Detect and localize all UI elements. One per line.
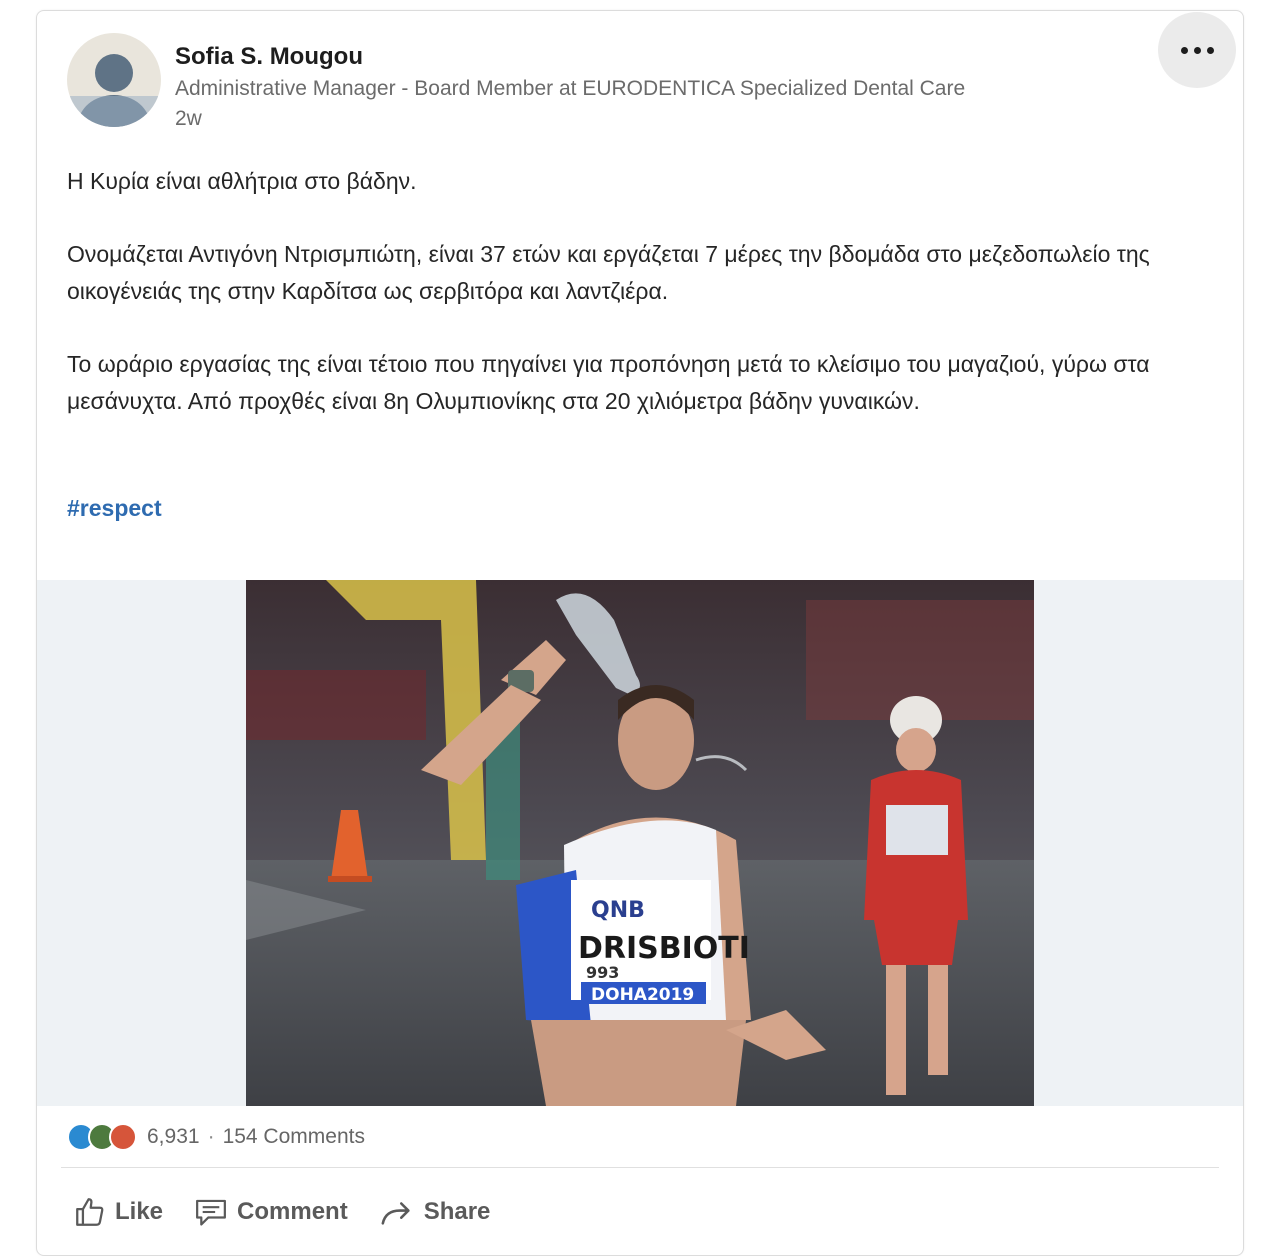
ellipsis-dot: [1206, 46, 1214, 54]
ellipsis-icon: [1180, 46, 1188, 54]
like-button[interactable]: Like: [73, 1195, 163, 1229]
like-label: Like: [115, 1198, 164, 1225]
author-name[interactable]: Sofia S. Mougou: [175, 43, 363, 71]
bib-number-text: 993: [586, 963, 619, 982]
social-counts[interactable]: 6,931 · 154 Comments: [67, 1121, 365, 1153]
post-card: Sofia S. Mougou Administrative Manager -…: [36, 10, 1244, 1256]
author-headline: Administrative Manager - Board Member at…: [175, 77, 966, 100]
author-avatar[interactable]: [67, 33, 161, 127]
athlete-photo: QNB DRISBIOTI 993 DOHA2019: [246, 580, 1034, 1106]
more-options-button[interactable]: [1158, 12, 1236, 88]
ellipsis-dot: [1193, 46, 1201, 54]
post-media: QNB DRISBIOTI 993 DOHA2019: [37, 580, 1243, 1106]
comment-button[interactable]: Comment: [193, 1195, 348, 1229]
divider: [61, 1167, 1219, 1168]
share-arrow-icon: [381, 1202, 410, 1225]
bib-name-text: DRISBIOTI: [578, 931, 750, 966]
separator: ·: [207, 1125, 215, 1148]
love-reaction-icon: [109, 1123, 137, 1151]
comment-icon: [196, 1199, 226, 1226]
thumbs-up-icon: [76, 1198, 104, 1226]
bib-event-text: DOHA2019: [591, 985, 694, 1005]
person-icon: [67, 54, 161, 127]
bib-sponsor-text: QNB: [591, 898, 645, 923]
post-paragraph: Η Κυρία είναι αθλήτρια στο βάδην.: [67, 168, 417, 194]
share-button[interactable]: Share: [378, 1195, 491, 1229]
comments-count[interactable]: 154 Comments: [223, 1125, 365, 1149]
reactions-count[interactable]: 6,931: [147, 1125, 200, 1149]
hashtag-link[interactable]: #respect: [67, 495, 162, 522]
post-paragraph: Ονομάζεται Αντιγόνη Ντρισμπιώτη, είναι 3…: [67, 241, 1150, 304]
post-timestamp: 2w: [175, 107, 202, 130]
share-label: Share: [423, 1198, 491, 1225]
comment-label: Comment: [237, 1198, 348, 1225]
post-photo[interactable]: QNB DRISBIOTI 993 DOHA2019: [246, 580, 1034, 1106]
post-actions: Like Comment Share: [73, 1187, 520, 1237]
post-paragraph: Το ωράριο εργασίας της είναι τέτοιο που …: [67, 351, 1150, 414]
